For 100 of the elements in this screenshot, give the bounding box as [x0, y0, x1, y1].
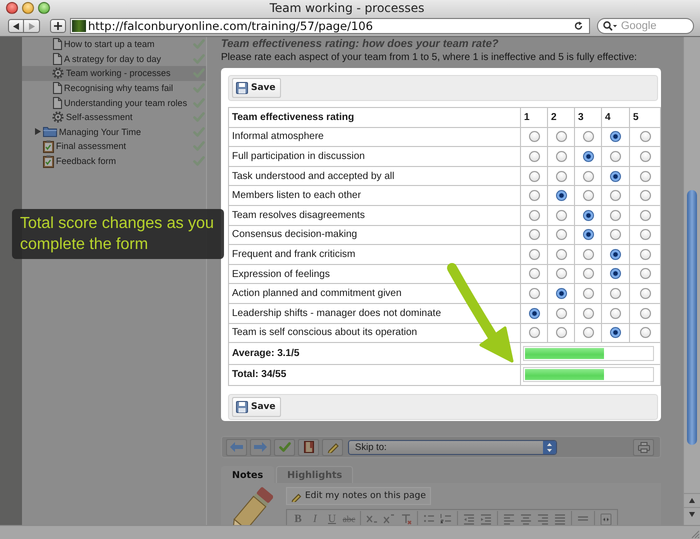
radio-button[interactable]: [610, 327, 621, 338]
align-left-button[interactable]: [501, 512, 517, 525]
bookmark-button[interactable]: [298, 438, 319, 456]
save-button[interactable]: Save: [232, 78, 281, 98]
sidebar-item[interactable]: Feedback form: [22, 154, 206, 168]
radio-button[interactable]: [640, 210, 650, 221]
radio-button[interactable]: [610, 248, 621, 260]
close-button[interactable]: [6, 2, 18, 14]
indent-button[interactable]: [478, 512, 494, 525]
radio-button[interactable]: [640, 288, 650, 300]
radio-button[interactable]: [640, 308, 650, 319]
forward-button[interactable]: [24, 19, 40, 33]
radio-button[interactable]: [640, 229, 650, 240]
radio-button[interactable]: [556, 248, 566, 260]
radio-button[interactable]: [528, 327, 540, 338]
radio-button[interactable]: [582, 288, 594, 300]
next-button[interactable]: [250, 438, 271, 456]
radio-button[interactable]: [528, 170, 540, 182]
right-arrow-icon: [254, 442, 267, 452]
radio-button[interactable]: [528, 308, 540, 319]
radio-button[interactable]: [640, 190, 650, 202]
source-button[interactable]: [598, 512, 614, 525]
radio-button[interactable]: [610, 229, 621, 240]
radio-button[interactable]: [610, 150, 621, 162]
radio-button[interactable]: [528, 288, 540, 300]
radio-button[interactable]: [640, 268, 650, 280]
statement-cell: Full participation in discussion: [228, 146, 520, 166]
check-icon: [193, 54, 205, 64]
radio-button[interactable]: [582, 248, 594, 260]
radio-button[interactable]: [610, 308, 621, 319]
radio-button[interactable]: [556, 308, 566, 319]
radio-button[interactable]: [582, 229, 594, 240]
radio-button[interactable]: [528, 248, 540, 260]
page-icon: [52, 96, 62, 109]
radio-button[interactable]: [556, 288, 566, 300]
print-button[interactable]: [633, 438, 654, 456]
zoom-button[interactable]: [38, 2, 50, 14]
sidebar-item[interactable]: Final assessment: [22, 139, 206, 154]
sidebar-item[interactable]: Self-assessment: [22, 110, 206, 125]
clipboard-icon: [43, 154, 54, 168]
radio-button[interactable]: [556, 170, 566, 182]
radio-button[interactable]: [582, 131, 594, 142]
outdent-button[interactable]: [461, 512, 477, 525]
minimize-button[interactable]: [22, 2, 34, 14]
radio-button[interactable]: [582, 190, 594, 202]
align-right-button[interactable]: [535, 512, 551, 525]
radio-button[interactable]: [556, 229, 566, 240]
radio-button[interactable]: [528, 131, 540, 142]
radio-button[interactable]: [528, 150, 540, 162]
sidebar-item[interactable]: Team working - processes: [22, 66, 206, 81]
scrollbar-thumb[interactable]: [687, 190, 697, 445]
check-icon: [193, 126, 205, 137]
bullet-list-button[interactable]: [421, 512, 437, 525]
radio-button[interactable]: [556, 190, 566, 202]
sidebar-item[interactable]: Recognising why teams fail: [22, 80, 206, 96]
radio-button[interactable]: [610, 288, 621, 300]
radio-button[interactable]: [610, 170, 621, 182]
skip-to-dropdown[interactable]: Skip to:: [348, 440, 557, 455]
numbered-list-button[interactable]: [438, 512, 454, 525]
radio-button[interactable]: [610, 190, 621, 202]
address-field[interactable]: http://falconburyonline.com/training/57/page/106: [70, 18, 590, 34]
radio-button[interactable]: [610, 131, 621, 142]
sidebar-item[interactable]: Managing Your Time: [22, 124, 206, 140]
radio-button[interactable]: [582, 268, 594, 280]
radio-button[interactable]: [528, 268, 540, 280]
radio-button[interactable]: [610, 268, 621, 280]
radio-button[interactable]: [640, 131, 650, 142]
radio-button[interactable]: [582, 170, 594, 182]
radio-button[interactable]: [556, 327, 566, 338]
justify-button[interactable]: [552, 512, 568, 525]
radio-button[interactable]: [640, 170, 650, 182]
notes-button[interactable]: [322, 438, 343, 456]
radio-button[interactable]: [556, 150, 566, 162]
radio-button[interactable]: [640, 327, 650, 338]
superscript-button[interactable]: [381, 512, 397, 525]
radio-button[interactable]: [640, 248, 650, 260]
radio-button[interactable]: [556, 210, 566, 221]
radio-button[interactable]: [528, 229, 540, 240]
statement-cell: Informal atmosphere: [228, 127, 520, 147]
radio-button[interactable]: [582, 308, 594, 319]
sidebar-item[interactable]: A strategy for day to day: [22, 52, 206, 66]
radio-button[interactable]: [556, 131, 566, 142]
radio-button[interactable]: [582, 150, 594, 162]
sidebar-item[interactable]: How to start up a team: [22, 37, 206, 52]
radio-button[interactable]: [610, 210, 621, 221]
edit-notes-button[interactable]: Edit my notes on this page: [286, 487, 431, 506]
score-label: Total: 34/55: [228, 364, 520, 386]
search-field[interactable]: Google: [597, 18, 694, 34]
radio-button[interactable]: [582, 327, 594, 338]
notes-tab[interactable]: Notes: [221, 466, 274, 484]
save-button[interactable]: Save: [232, 397, 281, 418]
align-center-button[interactable]: [518, 512, 534, 525]
add-button[interactable]: [50, 19, 66, 33]
radio-button[interactable]: [582, 210, 594, 221]
radio-button[interactable]: [528, 210, 540, 221]
radio-button[interactable]: [528, 190, 540, 202]
back-button[interactable]: [8, 19, 24, 33]
radio-button[interactable]: [640, 150, 650, 162]
radio-button[interactable]: [556, 268, 566, 280]
sidebar-item[interactable]: Understanding your team roles: [22, 95, 206, 110]
